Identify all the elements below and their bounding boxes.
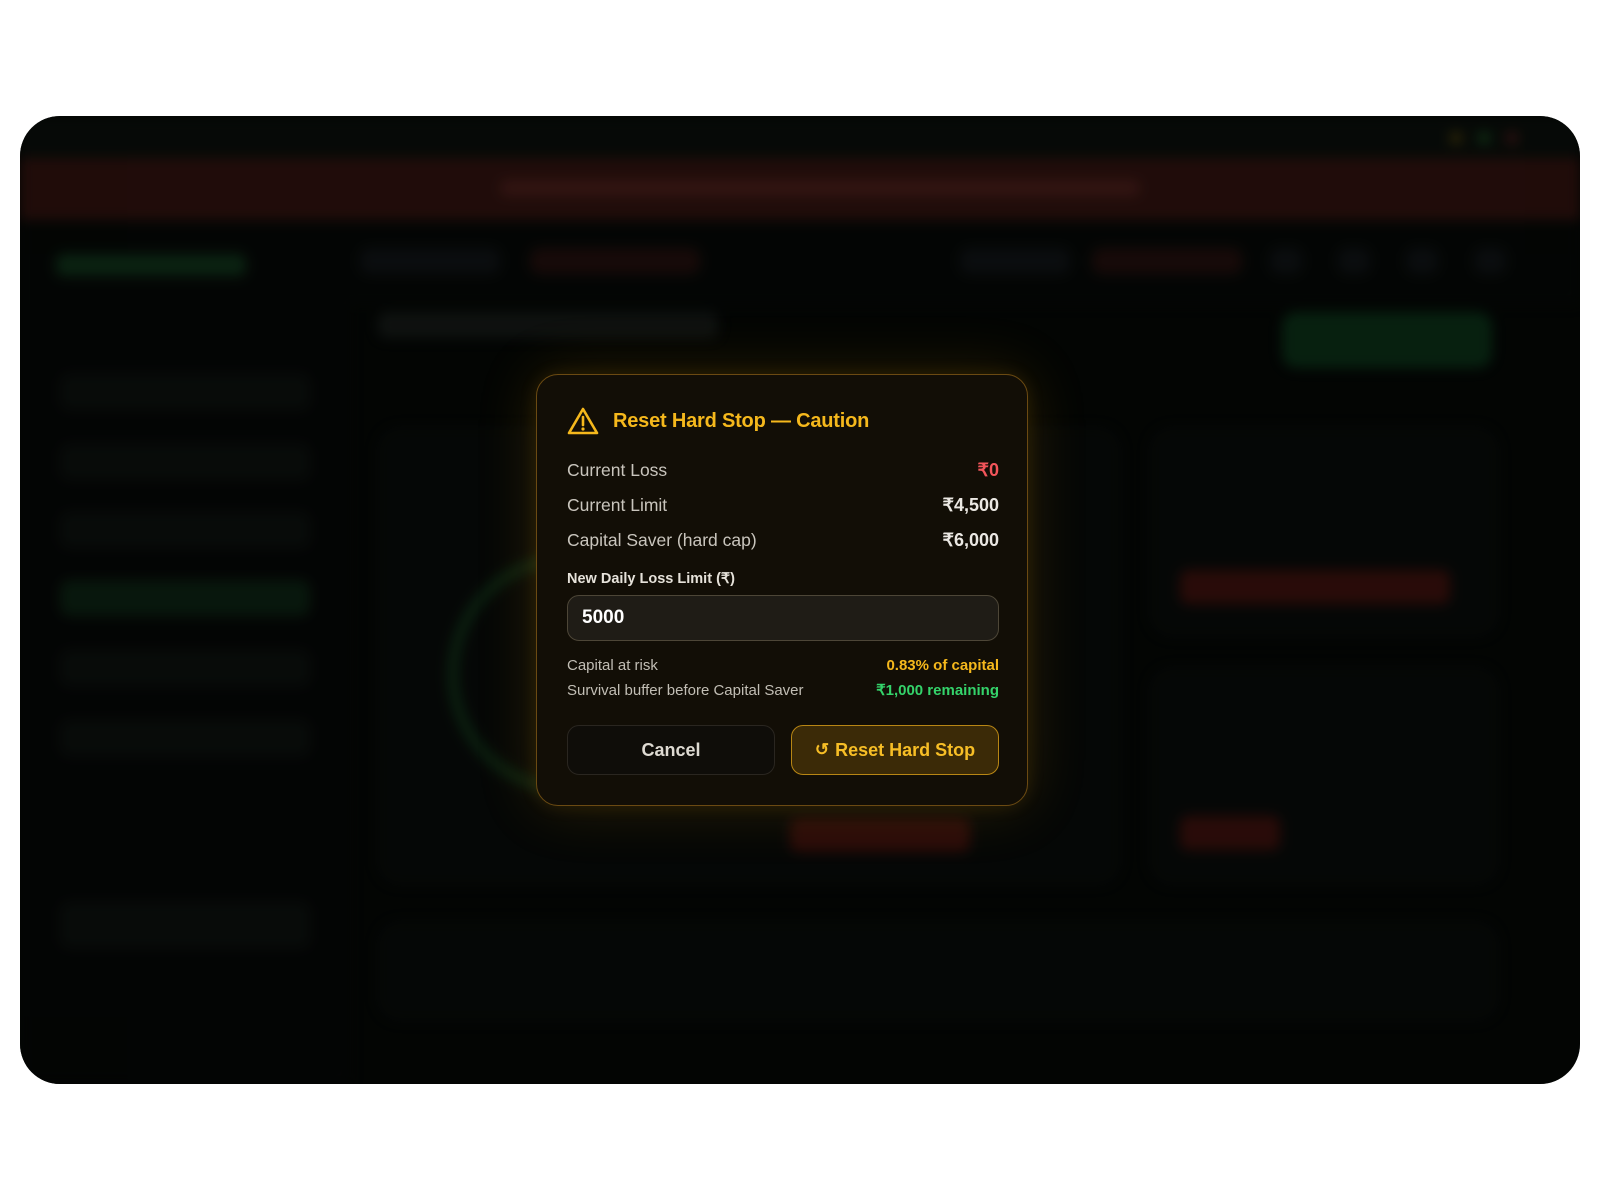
cancel-button-label: Cancel xyxy=(641,739,701,760)
current-loss-label: Current Loss xyxy=(567,459,668,480)
current-limit-label: Current Limit xyxy=(567,494,668,515)
current-limit-row: Current Limit ₹4,500 xyxy=(567,492,999,518)
refresh-icon: ↺ xyxy=(814,740,830,759)
reset-hard-stop-button[interactable]: ↺ Reset Hard Stop xyxy=(791,725,999,775)
current-loss-value: ₹0 xyxy=(977,459,999,480)
dialog-title: Reset Hard Stop — Caution xyxy=(613,409,870,432)
dialog-header: Reset Hard Stop — Caution xyxy=(567,405,869,437)
new-limit-label: New Daily Loss Limit (₹) xyxy=(567,571,735,587)
survival-buffer-row: Survival buffer before Capital Saver ₹1,… xyxy=(567,680,999,700)
reset-button-label: Reset Hard Stop xyxy=(835,739,976,760)
capital-at-risk-label: Capital at risk xyxy=(567,656,658,674)
warning-triangle-icon xyxy=(567,406,599,436)
current-limit-value: ₹4,500 xyxy=(942,494,1000,515)
capital-saver-row: Capital Saver (hard cap) ₹6,000 xyxy=(567,527,999,553)
capital-saver-value: ₹6,000 xyxy=(942,529,1000,550)
cancel-button[interactable]: Cancel xyxy=(567,725,775,775)
app-window: Reset Hard Stop — Caution Current Loss ₹… xyxy=(20,116,1580,1084)
capital-saver-label: Capital Saver (hard cap) xyxy=(567,529,757,550)
survival-buffer-label: Survival buffer before Capital Saver xyxy=(567,681,804,699)
survival-buffer-value: ₹1,000 remaining xyxy=(876,682,999,699)
new-daily-loss-limit-input[interactable] xyxy=(567,595,999,641)
reset-hard-stop-dialog: Reset Hard Stop — Caution Current Loss ₹… xyxy=(536,374,1028,806)
capital-at-risk-value: 0.83% of capital xyxy=(886,656,999,674)
capital-at-risk-row: Capital at risk 0.83% of capital xyxy=(567,655,999,675)
current-loss-row: Current Loss ₹0 xyxy=(567,457,999,483)
